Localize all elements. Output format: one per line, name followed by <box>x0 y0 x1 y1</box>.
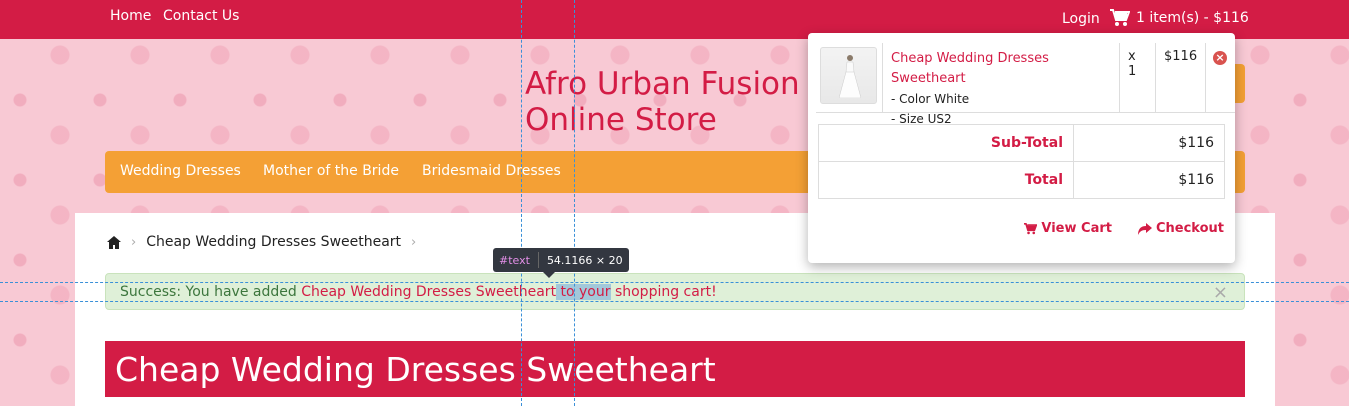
cart-totals-table: Sub-Total $116 Total $116 <box>818 124 1225 199</box>
cart-item-row: Cheap Wedding Dresses Sweetheart - Color… <box>816 43 1235 126</box>
alert-suffix[interactable]: shopping cart! <box>611 284 717 300</box>
cart-item-qty: x 1 <box>1120 43 1156 112</box>
cart-item-name[interactable]: Cheap Wedding Dresses Sweetheart <box>891 49 1111 89</box>
product-title: Cheap Wedding Dresses Sweetheart <box>105 341 1245 397</box>
subtotal-label: Sub-Total <box>818 124 1074 162</box>
cart-item-thumbnail[interactable] <box>820 47 877 104</box>
store-name[interactable]: Afro Urban Fusion Online Store <box>525 66 825 138</box>
inspector-node-size: 54.1166 × 20 <box>546 253 623 267</box>
total-row: Total $116 <box>818 161 1225 199</box>
menu-item-wedding-dresses[interactable]: Wedding Dresses <box>120 163 241 179</box>
inspector-node-tag: #text <box>499 253 530 267</box>
menu-item-mother-of-the-bride[interactable]: Mother of the Bride <box>263 163 399 179</box>
total-value: $116 <box>1073 161 1225 199</box>
cart-item-price: $116 <box>1156 43 1206 112</box>
shopping-cart-icon <box>1110 9 1130 26</box>
inspector-guide-line <box>0 301 1349 302</box>
nav-home-link[interactable]: Home <box>110 8 151 24</box>
inspector-guide-line <box>521 0 522 406</box>
checkout-link[interactable]: Checkout <box>1137 221 1224 236</box>
cart-summary: 1 item(s) - $116 <box>1136 10 1249 26</box>
home-icon[interactable] <box>107 235 121 249</box>
inspector-guide-line <box>574 0 575 406</box>
cart-button[interactable]: 1 item(s) - $116 <box>1110 9 1249 27</box>
cart-item-details: Cheap Wedding Dresses Sweetheart - Color… <box>883 43 1120 126</box>
breadcrumb-current[interactable]: Cheap Wedding Dresses Sweetheart <box>146 234 401 250</box>
alert-prefix: Success: You have added <box>120 284 302 300</box>
chevron-right-icon: › <box>131 234 137 250</box>
cart-item-remove-cell: × <box>1206 43 1235 112</box>
menu-item-bridesmaid-dresses[interactable]: Bridesmaid Dresses <box>422 163 561 179</box>
cart-dropdown-actions: View Cart Checkout <box>1024 221 1224 236</box>
chevron-right-icon: › <box>411 234 417 250</box>
checkout-label: Checkout <box>1155 221 1224 236</box>
tooltip-divider <box>537 252 539 268</box>
dress-image-icon <box>839 55 861 98</box>
nav-contact-link[interactable]: Contact Us <box>163 8 239 24</box>
cart-item-color: - Color White <box>891 92 970 106</box>
subtotal-value: $116 <box>1073 124 1225 162</box>
alert-product-link[interactable]: Cheap Wedding Dresses Sweetheart <box>301 284 556 300</box>
view-cart-link[interactable]: View Cart <box>1024 221 1112 236</box>
share-arrow-icon <box>1137 222 1152 235</box>
success-alert: Success: You have added Cheap Wedding Dr… <box>105 273 1245 310</box>
remove-icon[interactable]: × <box>1213 51 1227 65</box>
breadcrumb: › Cheap Wedding Dresses Sweetheart › <box>107 234 416 250</box>
subtotal-row: Sub-Total $116 <box>818 124 1225 162</box>
cart-dropdown: Cheap Wedding Dresses Sweetheart - Color… <box>808 33 1235 263</box>
view-cart-label: View Cart <box>1041 221 1112 236</box>
nav-login-link[interactable]: Login <box>1062 11 1100 27</box>
total-label: Total <box>818 161 1074 199</box>
close-icon[interactable]: × <box>1213 282 1228 303</box>
cart-item-thumb-cell <box>816 43 883 112</box>
inspector-guide-line <box>0 282 1349 283</box>
shopping-cart-icon <box>1024 222 1038 234</box>
inspector-tooltip: #text 54.1166 × 20 <box>493 248 629 278</box>
alert-selected-text: to your <box>556 284 611 300</box>
